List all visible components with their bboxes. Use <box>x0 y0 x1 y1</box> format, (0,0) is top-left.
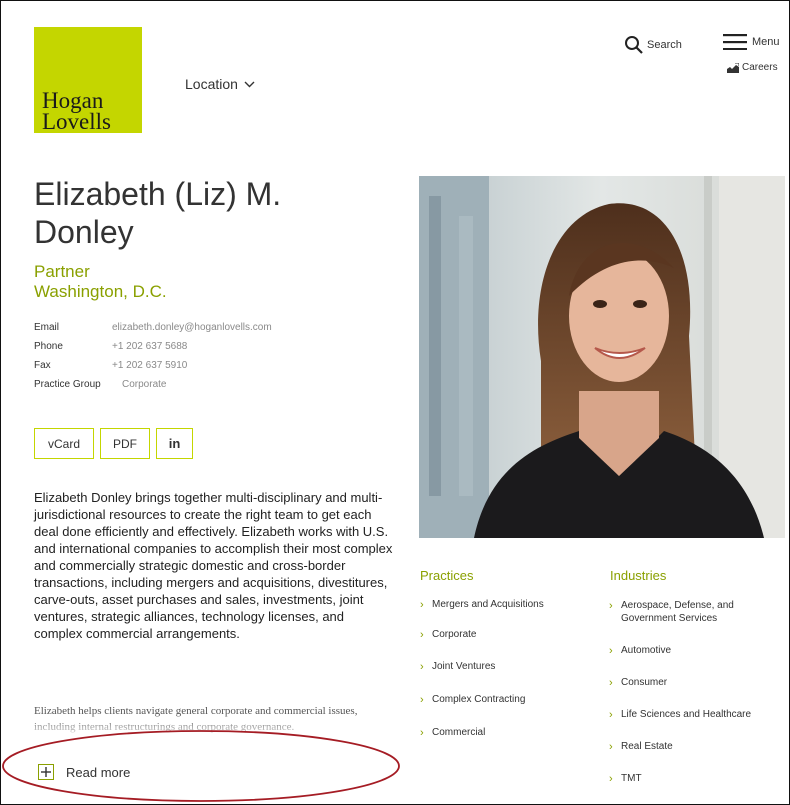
contact-label: Fax <box>34 360 51 371</box>
read-more-button[interactable]: Read more <box>38 764 130 780</box>
email-link[interactable]: elizabeth.donley@hoganlovells.com <box>112 318 272 337</box>
vcard-button[interactable]: vCard <box>34 428 94 459</box>
practices-list: Mergers and Acquisitions Corporate Joint… <box>420 598 590 740</box>
practice-link-mergers-acquisitions[interactable]: Mergers and Acquisitions <box>420 598 590 612</box>
location-label: Location <box>185 76 238 92</box>
industry-link-real-estate[interactable]: Real Estate <box>609 740 769 754</box>
phone-link[interactable]: +1 202 637 5688 <box>112 337 187 356</box>
contact-row-practice-group: Practice Group Corporate <box>34 375 272 394</box>
chevron-down-icon <box>244 81 255 87</box>
contact-row-email: Email elizabeth.donley@hoganlovells.com <box>34 318 272 337</box>
contact-row-fax: Fax +1 202 637 5910 <box>34 356 272 375</box>
practice-link-joint-ventures[interactable]: Joint Ventures <box>420 660 590 674</box>
profile-office: Washington, D.C. <box>34 282 167 301</box>
search-label: Search <box>647 39 682 51</box>
profile-name: Elizabeth (Liz) M. Donley <box>34 176 282 250</box>
contact-label: Email <box>34 322 60 333</box>
practice-link-commercial[interactable]: Commercial <box>420 726 590 740</box>
plus-icon <box>38 764 54 780</box>
careers-label: Careers <box>742 62 778 73</box>
careers-icon <box>727 62 739 73</box>
hogan-lovells-logo[interactable]: Hogan Lovells <box>34 27 142 133</box>
read-more-label: Read more <box>66 764 131 780</box>
contact-label: Practice Group <box>34 379 101 390</box>
search-icon <box>625 36 643 54</box>
profile-photo <box>419 176 785 538</box>
logo-text-line2: Lovells <box>42 109 111 134</box>
industry-link-tmt[interactable]: TMT <box>609 772 769 786</box>
contact-row-phone: Phone +1 202 637 5688 <box>34 337 272 356</box>
linkedin-button[interactable]: in <box>156 428 193 459</box>
industry-link-consumer[interactable]: Consumer <box>609 676 769 690</box>
contact-label: Phone <box>34 341 63 352</box>
practices-heading: Practices <box>420 568 474 583</box>
hamburger-menu-icon <box>723 34 747 50</box>
contact-details: Email elizabeth.donley@hoganlovells.com … <box>34 318 272 394</box>
bio-paragraph: Elizabeth Donley brings together multi-d… <box>34 490 393 641</box>
profile-title: Partner <box>34 262 90 281</box>
practice-link-complex-contracting[interactable]: Complex Contracting <box>420 693 590 707</box>
careers-link[interactable]: Careers <box>727 62 778 73</box>
industry-link-life-sciences[interactable]: Life Sciences and Healthcare <box>609 708 769 722</box>
industry-link-aerospace-defense[interactable]: Aerospace, Defense, and Government Servi… <box>609 599 769 625</box>
practice-group-link[interactable]: Corporate <box>122 375 166 394</box>
search-button[interactable]: Search <box>624 35 682 55</box>
fax-value: +1 202 637 5910 <box>112 360 188 371</box>
industries-heading: Industries <box>610 568 667 583</box>
menu-button[interactable]: Menu <box>723 34 780 50</box>
industry-link-automotive[interactable]: Automotive <box>609 644 769 658</box>
profile-actions: vCard PDF in <box>34 428 193 459</box>
practice-link-corporate[interactable]: Corporate <box>420 628 590 642</box>
location-dropdown[interactable]: Location <box>185 76 255 92</box>
industries-list: Aerospace, Defense, and Government Servi… <box>609 599 769 786</box>
menu-label: Menu <box>752 36 780 48</box>
profile-title-block: Partner Washington, D.C. <box>34 262 167 302</box>
pdf-button[interactable]: PDF <box>100 428 150 459</box>
